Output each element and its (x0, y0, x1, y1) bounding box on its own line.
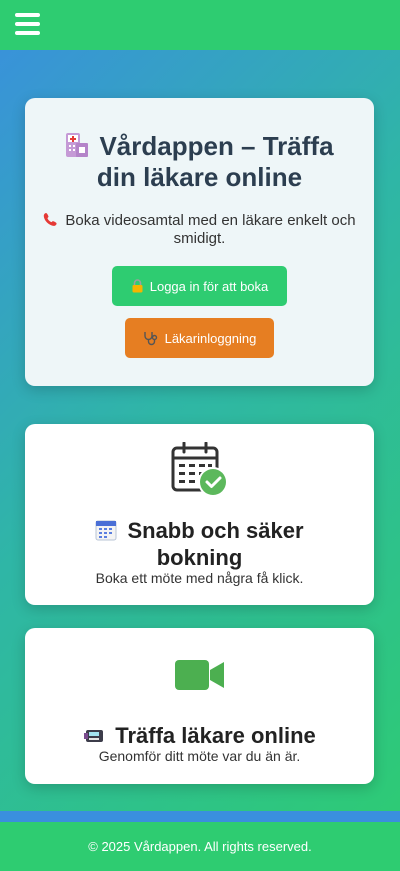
feature-desc-online: Genomför ditt möte var du än är. (98, 748, 301, 764)
doctor-login-button[interactable]: Läkarinloggning (125, 318, 274, 358)
hero-card: Vårdappen – Träffa din läkare online Bok… (25, 98, 374, 386)
feature-card-online: Träffa läkare online Genomför ditt möte … (25, 628, 374, 784)
calendar-check-icon (171, 442, 228, 497)
login-button-label: Logga in för att boka (149, 278, 269, 294)
hero-subtitle-text: Boka videosamtal med en läkare enkelt oc… (65, 212, 356, 247)
video-camera-icon (175, 660, 224, 690)
calendar-emoji-icon (95, 520, 117, 541)
hospital-emoji-icon (66, 133, 89, 157)
feature-title-online-text: Träffa läkare online (115, 723, 316, 748)
top-navbar (0, 0, 400, 50)
footer-divider (0, 811, 400, 822)
feature-card-booking: Snabb och säker bokning Boka ett möte me… (25, 424, 374, 605)
footer-copyright: © 2025 Vårdappen. All rights reserved. (88, 839, 312, 854)
login-to-book-button[interactable]: Logga in för att boka (112, 266, 287, 306)
pager-emoji-icon (84, 730, 104, 742)
hero-title-text: Vårdappen – Träffa din läkare online (96, 131, 334, 192)
feature-desc-booking: Boka ett möte med några få klick. (95, 570, 304, 586)
footer: © 2025 Vårdappen. All rights reserved. (0, 822, 400, 871)
stethoscope-icon (143, 331, 157, 345)
feature-title-booking: Snabb och säker bokning (25, 517, 374, 571)
lock-icon (132, 279, 143, 293)
feature-title-online: Träffa läkare online (25, 722, 374, 749)
telephone-receiver-icon (44, 213, 58, 226)
hero-title: Vårdappen – Träffa din läkare online (25, 131, 374, 193)
feature-title-booking-text: Snabb och säker bokning (127, 518, 304, 570)
doctor-button-label: Läkarinloggning (164, 330, 257, 346)
hero-subtitle: Boka videosamtal med en läkare enkelt oc… (37, 212, 362, 248)
hamburger-menu-icon[interactable] (15, 13, 40, 35)
